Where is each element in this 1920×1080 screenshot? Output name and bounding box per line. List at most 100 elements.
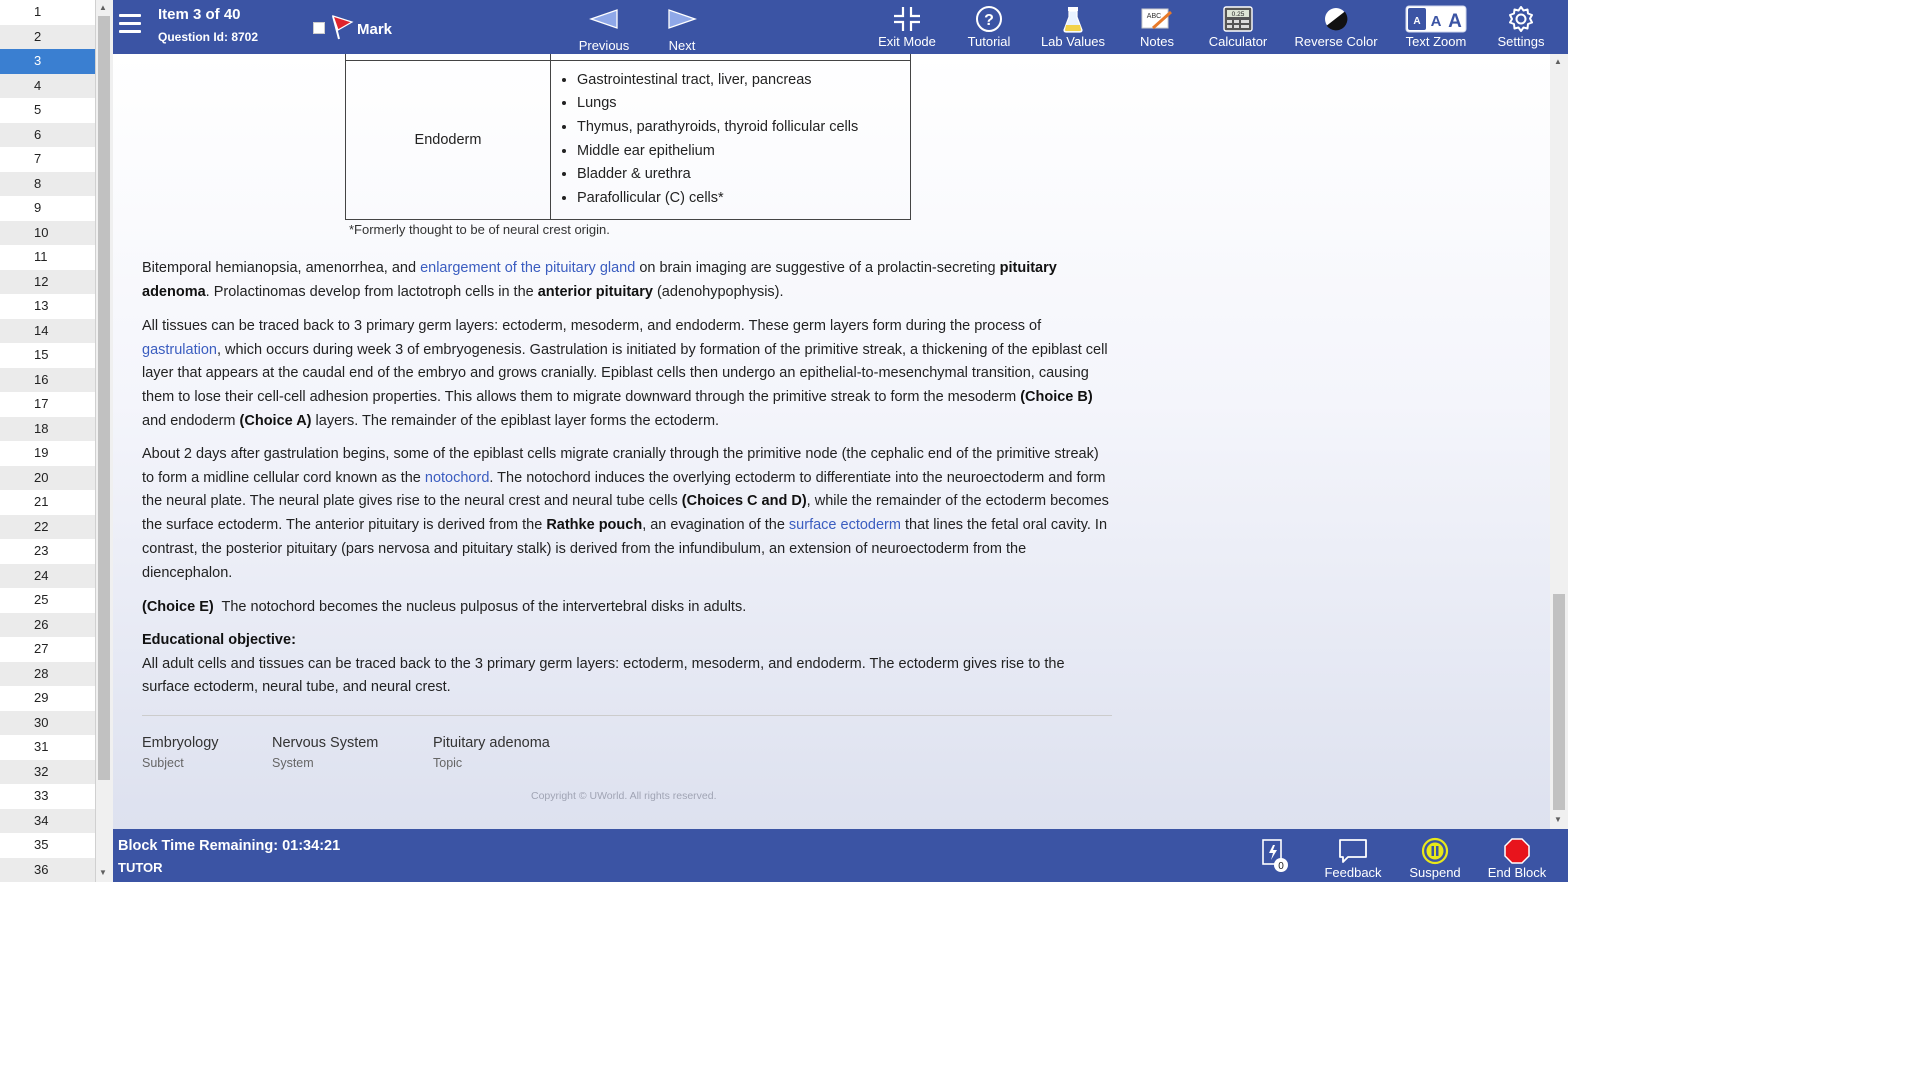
question-item[interactable]: 24 [0, 563, 95, 588]
explanation-paragraph: (Choice E) The notochord becomes the nuc… [142, 599, 747, 615]
content-scrollbar[interactable]: ▲ ▼ [1550, 54, 1568, 829]
notes-button[interactable]: ABC Notes [1127, 4, 1187, 52]
copyright-text: Copyright © UWorld. All rights reserved. [531, 790, 717, 802]
notochord-link[interactable]: notochord [425, 470, 490, 486]
question-item[interactable]: 26 [0, 612, 95, 637]
category-system: Nervous System System [272, 735, 379, 770]
explanation-paragraph: About 2 days after gastrulation begins, … [142, 446, 1109, 581]
question-item[interactable]: 27 [0, 637, 95, 662]
scroll-up-arrow-icon[interactable]: ▲ [1554, 57, 1562, 66]
text-zoom-button[interactable]: A A A Text Zoom [1403, 4, 1469, 52]
question-item[interactable]: 4 [0, 73, 95, 98]
flask-icon [1037, 4, 1109, 34]
list-item: Parafollicular (C) cells* [577, 187, 910, 211]
block-timer: Block Time Remaining: 01:34:21 [118, 838, 341, 854]
pause-icon [1405, 837, 1465, 865]
end-block-button[interactable]: End Block [1485, 837, 1549, 880]
question-item[interactable]: 18 [0, 416, 95, 441]
flashcard-button[interactable]: 0 [1257, 838, 1293, 877]
list-item: Gastrointestinal tract, liver, pancreas [577, 69, 910, 93]
question-item[interactable]: 14 [0, 318, 95, 343]
scroll-up-arrow-icon[interactable]: ▲ [99, 3, 107, 12]
question-item[interactable]: 15 [0, 343, 95, 368]
tutorial-button[interactable]: ? Tutorial [959, 4, 1019, 52]
question-item[interactable]: 9 [0, 196, 95, 221]
scrollbar-thumb[interactable] [1553, 594, 1565, 810]
feedback-button[interactable]: Feedback [1323, 837, 1383, 880]
question-item[interactable]: 6 [0, 122, 95, 147]
mark-label[interactable]: Mark [357, 21, 392, 38]
question-item[interactable]: 32 [0, 759, 95, 784]
question-item[interactable]: 16 [0, 367, 95, 392]
menu-icon[interactable] [119, 14, 141, 34]
mark-checkbox[interactable] [313, 22, 325, 34]
question-item[interactable]: 13 [0, 294, 95, 319]
surface-ectoderm-link[interactable]: surface ectoderm [789, 517, 901, 533]
lab-values-button[interactable]: Lab Values [1037, 4, 1109, 52]
question-item[interactable]: 20 [0, 465, 95, 490]
svg-text:?: ? [984, 12, 994, 29]
svg-text:0.25: 0.25 [1232, 11, 1245, 18]
exit-mode-button[interactable]: Exit Mode [875, 4, 939, 52]
list-item: Thymus, parathyroids, thyroid follicular… [577, 116, 910, 140]
mode-label: TUTOR [118, 860, 163, 875]
scroll-down-arrow-icon[interactable]: ▼ [99, 868, 107, 877]
question-item[interactable]: 1 [0, 0, 95, 25]
question-item[interactable]: 25 [0, 588, 95, 613]
flashcard-icon: 0 [1262, 839, 1288, 872]
list-item: Bladder & urethra [577, 163, 910, 187]
question-id: Question Id: 8702 [158, 30, 259, 44]
help-icon: ? [959, 4, 1019, 34]
question-item[interactable]: 29 [0, 686, 95, 711]
list-item: Middle ear epithelium [577, 140, 910, 164]
stop-icon [1485, 837, 1549, 865]
previous-button[interactable]: Previous [575, 4, 633, 53]
question-item[interactable]: 12 [0, 269, 95, 294]
question-item[interactable]: 28 [0, 661, 95, 686]
calculator-button[interactable]: 0.25 Calculator [1205, 4, 1271, 52]
scroll-down-arrow-icon[interactable]: ▼ [1554, 815, 1562, 824]
question-item[interactable]: 36 [0, 857, 95, 882]
gastrulation-link[interactable]: gastrulation [142, 342, 217, 358]
question-item[interactable]: 7 [0, 147, 95, 172]
question-item[interactable]: 5 [0, 98, 95, 123]
question-item[interactable]: 10 [0, 220, 95, 245]
settings-button[interactable]: Settings [1491, 4, 1551, 52]
gear-icon [1491, 4, 1551, 34]
question-item[interactable]: 2 [0, 24, 95, 49]
question-list-scrollbar[interactable]: ▲ ▼ [95, 0, 113, 882]
question-item[interactable]: 8 [0, 171, 95, 196]
question-item[interactable]: 11 [0, 245, 95, 270]
next-button[interactable]: Next [653, 4, 711, 53]
scrollbar-thumb[interactable] [98, 16, 110, 780]
question-item[interactable]: 19 [0, 441, 95, 466]
question-item[interactable]: 22 [0, 514, 95, 539]
question-item[interactable]: 17 [0, 392, 95, 417]
notes-icon: ABC [1127, 4, 1187, 34]
question-item[interactable]: 3 [0, 49, 95, 74]
flag-icon[interactable] [330, 14, 354, 40]
table-row: Endoderm Gastrointestinal tract, liver, … [345, 59, 911, 220]
question-item[interactable]: 21 [0, 490, 95, 515]
category-subject: Embryology Subject [142, 735, 219, 770]
contrast-icon [1293, 4, 1379, 34]
divider [142, 715, 1112, 716]
explanation-paragraph: Bitemporal hemianopsia, amenorrhea, and … [142, 260, 1057, 300]
educational-objective: Educational objective: All adult cells a… [142, 629, 1112, 700]
list-item: Lungs [577, 92, 910, 116]
explanation-panel: Endoderm Gastrointestinal tract, liver, … [113, 54, 1550, 829]
question-item[interactable]: 31 [0, 735, 95, 760]
question-item[interactable]: 23 [0, 539, 95, 564]
calculator-icon: 0.25 [1205, 4, 1271, 34]
question-item[interactable]: 35 [0, 833, 95, 858]
question-item[interactable]: 33 [0, 784, 95, 809]
reverse-color-button[interactable]: Reverse Color [1293, 4, 1379, 52]
pituitary-link[interactable]: enlargement of the pituitary gland [420, 260, 635, 276]
svg-text:A: A [1431, 13, 1442, 30]
comment-icon [1323, 837, 1383, 865]
question-item[interactable]: 34 [0, 808, 95, 833]
arrow-right-icon [653, 4, 711, 34]
question-item[interactable]: 30 [0, 710, 95, 735]
category-topic: Pituitary adenoma Topic [433, 735, 550, 770]
suspend-button[interactable]: Suspend [1405, 837, 1465, 880]
